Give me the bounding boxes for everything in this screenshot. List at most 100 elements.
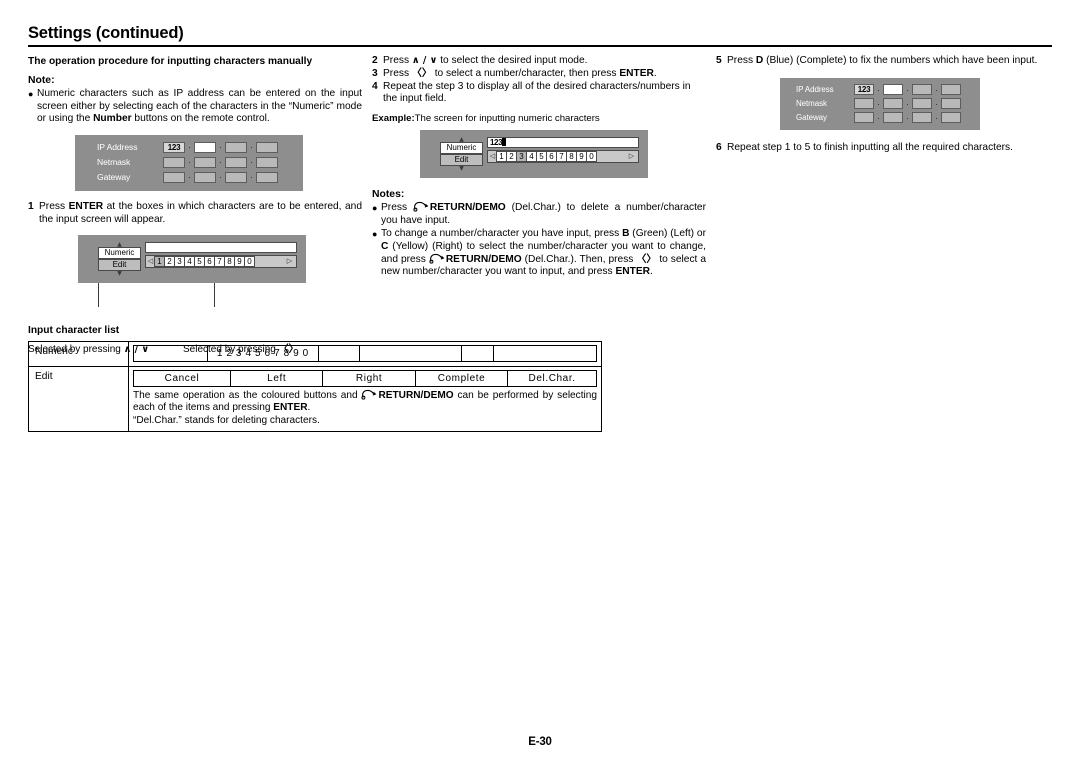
section-heading: The operation procedure for inputting ch… xyxy=(28,56,313,67)
osd-box[interactable] xyxy=(941,112,961,124)
osd-label-ip-address: IP Address xyxy=(796,84,834,94)
osd-row-ip-address: IP Address 123 · · · xyxy=(97,140,303,155)
step-number: 6 xyxy=(716,141,722,153)
chevron-down-icon[interactable]: ▼ xyxy=(440,166,483,172)
edit-cell-left[interactable]: Left xyxy=(231,371,324,386)
page-title: Settings (continued) xyxy=(28,24,184,42)
step3-text-a: Press xyxy=(383,67,412,79)
osd-row-netmask: Netmask · · · xyxy=(796,97,980,111)
table-cell xyxy=(319,346,361,361)
osd-box[interactable] xyxy=(225,141,247,154)
step-number: 4 xyxy=(372,80,378,92)
osd-box[interactable] xyxy=(941,84,961,96)
osd-box[interactable] xyxy=(225,171,247,184)
osd-rows: IP Address 123 · · · Netmask · · · Gatew… xyxy=(75,135,303,185)
osd-box[interactable] xyxy=(163,156,185,169)
osd-box-selected[interactable] xyxy=(883,84,903,96)
osd-box[interactable] xyxy=(163,171,185,184)
osd-input-inner: ▲ Numeric Edit ▼ 123 ◁ 1 2 3 4 5 6 7 8 9… xyxy=(440,137,639,172)
table-cell xyxy=(134,346,208,361)
mode-option-numeric[interactable]: Numeric xyxy=(98,247,141,260)
table-cell xyxy=(462,346,495,361)
left-column: The operation procedure for inputting ch… xyxy=(28,55,362,355)
osd-box[interactable] xyxy=(854,112,874,124)
input-mode-selector[interactable]: ▲ Numeric Edit ▼ xyxy=(440,137,483,172)
edit-cells: Cancel Left Right Complete Del.Char. xyxy=(133,370,597,387)
note-bullet-text: Numeric characters such as IP address ca… xyxy=(37,88,362,126)
osd-ip-address-screen: IP Address 123 · · · Netmask · · · Gatew… xyxy=(75,134,303,191)
edit-cell-delchar[interactable]: Del.Char. xyxy=(508,371,596,386)
step-text: Press ENTER at the boxes in which charac… xyxy=(39,201,362,227)
osd-box[interactable] xyxy=(912,98,932,110)
input-field-value: 123 xyxy=(490,138,503,148)
leader-line-chars xyxy=(214,283,215,308)
char-key[interactable]: 0 xyxy=(586,151,597,163)
osd-separator: · xyxy=(935,112,938,123)
osd-character-input-screen: ▲ Numeric Edit ▼ ◁ 1 2 3 4 5 6 7 8 9 0 ▷ xyxy=(78,235,306,284)
osd-box[interactable] xyxy=(194,171,216,184)
osd-row-gateway: Gateway · · · xyxy=(796,111,980,125)
osd-box-selected[interactable] xyxy=(194,141,216,154)
step2-text-a: Press xyxy=(383,55,412,66)
leftright-arrow-glyph: 〈〉 xyxy=(411,67,432,79)
chevron-right-icon[interactable]: ▷ xyxy=(286,258,293,265)
char-key[interactable]: 0 xyxy=(244,256,255,268)
step3-text-c: . xyxy=(653,67,657,79)
osd-separator: · xyxy=(877,98,880,109)
step-3: 3 Press 〈〉 to select a number/character,… xyxy=(372,68,706,81)
osd-box[interactable] xyxy=(883,98,903,110)
osd-box[interactable] xyxy=(912,112,932,124)
osd-box[interactable] xyxy=(883,112,903,124)
osd-box[interactable] xyxy=(256,171,278,184)
mode-option-numeric[interactable]: Numeric xyxy=(440,142,483,155)
step-text: Press ∧ / ∨ to select the desired input … xyxy=(383,55,706,68)
step5-text-a: Press xyxy=(727,55,756,66)
notes-bullet-2: ● To change a number/character you have … xyxy=(372,228,706,278)
osd-separator: · xyxy=(219,157,222,168)
osd-box[interactable] xyxy=(854,98,874,110)
osd-box[interactable] xyxy=(941,98,961,110)
note2-text-e: (Del.Char.). Then, press xyxy=(521,253,637,265)
edit-cell-complete[interactable]: Complete xyxy=(416,371,509,386)
osd-character-input-screen-example: ▲ Numeric Edit ▼ 123 ◁ 1 2 3 4 5 6 7 8 9… xyxy=(420,130,648,179)
step-number: 5 xyxy=(716,55,722,66)
bullet-dot-icon: ● xyxy=(372,203,378,214)
step-5: 5 Press D (Blue) (Complete) to fix the n… xyxy=(716,55,1052,68)
chevron-left-icon[interactable]: ◁ xyxy=(147,258,154,265)
character-input-field[interactable]: 123 xyxy=(487,137,639,149)
osd-box[interactable] xyxy=(194,156,216,169)
osd-value-box[interactable]: 123 xyxy=(854,84,874,96)
page-header: Settings (continued) xyxy=(28,24,1052,47)
input-mode-selector[interactable]: ▲ Numeric Edit ▼ xyxy=(98,242,141,277)
osd-value-box[interactable]: 123 xyxy=(163,141,185,154)
osd-box[interactable] xyxy=(256,141,278,154)
step-6: 6 Repeat step 1 to 5 to finish inputting… xyxy=(716,142,1052,155)
osd-separator: · xyxy=(188,142,191,153)
step-text: Repeat step 1 to 5 to finish inputting a… xyxy=(727,141,1013,153)
step-number: 2 xyxy=(372,55,378,66)
example-label: Example: xyxy=(372,113,415,125)
edit-cell-right[interactable]: Right xyxy=(323,371,416,386)
table-row: Numeric 1 2 3 4 5 6 7 8 9 0 xyxy=(29,342,601,367)
chevron-left-icon[interactable]: ◁ xyxy=(489,153,496,160)
osd-box[interactable] xyxy=(256,156,278,169)
chevron-right-icon[interactable]: ▷ xyxy=(628,153,635,160)
input-field-column: ◁ 1 2 3 4 5 6 7 8 9 0 ▷ xyxy=(145,242,297,269)
osd-separator: · xyxy=(188,172,191,183)
osd-box[interactable] xyxy=(225,156,247,169)
notes-bullet-1-text: Press RETURN/DEMO (Del.Char.) to delete … xyxy=(381,202,706,227)
character-input-field[interactable] xyxy=(145,242,297,254)
osd-separator: · xyxy=(250,157,253,168)
note2-bold-return-demo: RETURN/DEMO xyxy=(445,253,522,265)
return-demo-icon xyxy=(429,253,446,264)
table-note: The same operation as the coloured butto… xyxy=(133,389,597,415)
right-column: 5 Press D (Blue) (Complete) to fix the n… xyxy=(716,55,1052,155)
edit-cell-cancel[interactable]: Cancel xyxy=(134,371,232,386)
input-field-column: 123 ◁ 1 2 3 4 5 6 7 8 9 0 ▷ xyxy=(487,137,639,164)
osd-box[interactable] xyxy=(912,84,932,96)
return-demo-icon xyxy=(361,389,378,400)
chevron-down-icon[interactable]: ▼ xyxy=(98,271,141,277)
input-character-list-table: Numeric 1 2 3 4 5 6 7 8 9 0 Edit Cancel … xyxy=(28,341,602,433)
step5-text-b: (Blue) (Complete) to fix the numbers whi… xyxy=(763,55,1038,66)
table-cell xyxy=(494,346,596,361)
